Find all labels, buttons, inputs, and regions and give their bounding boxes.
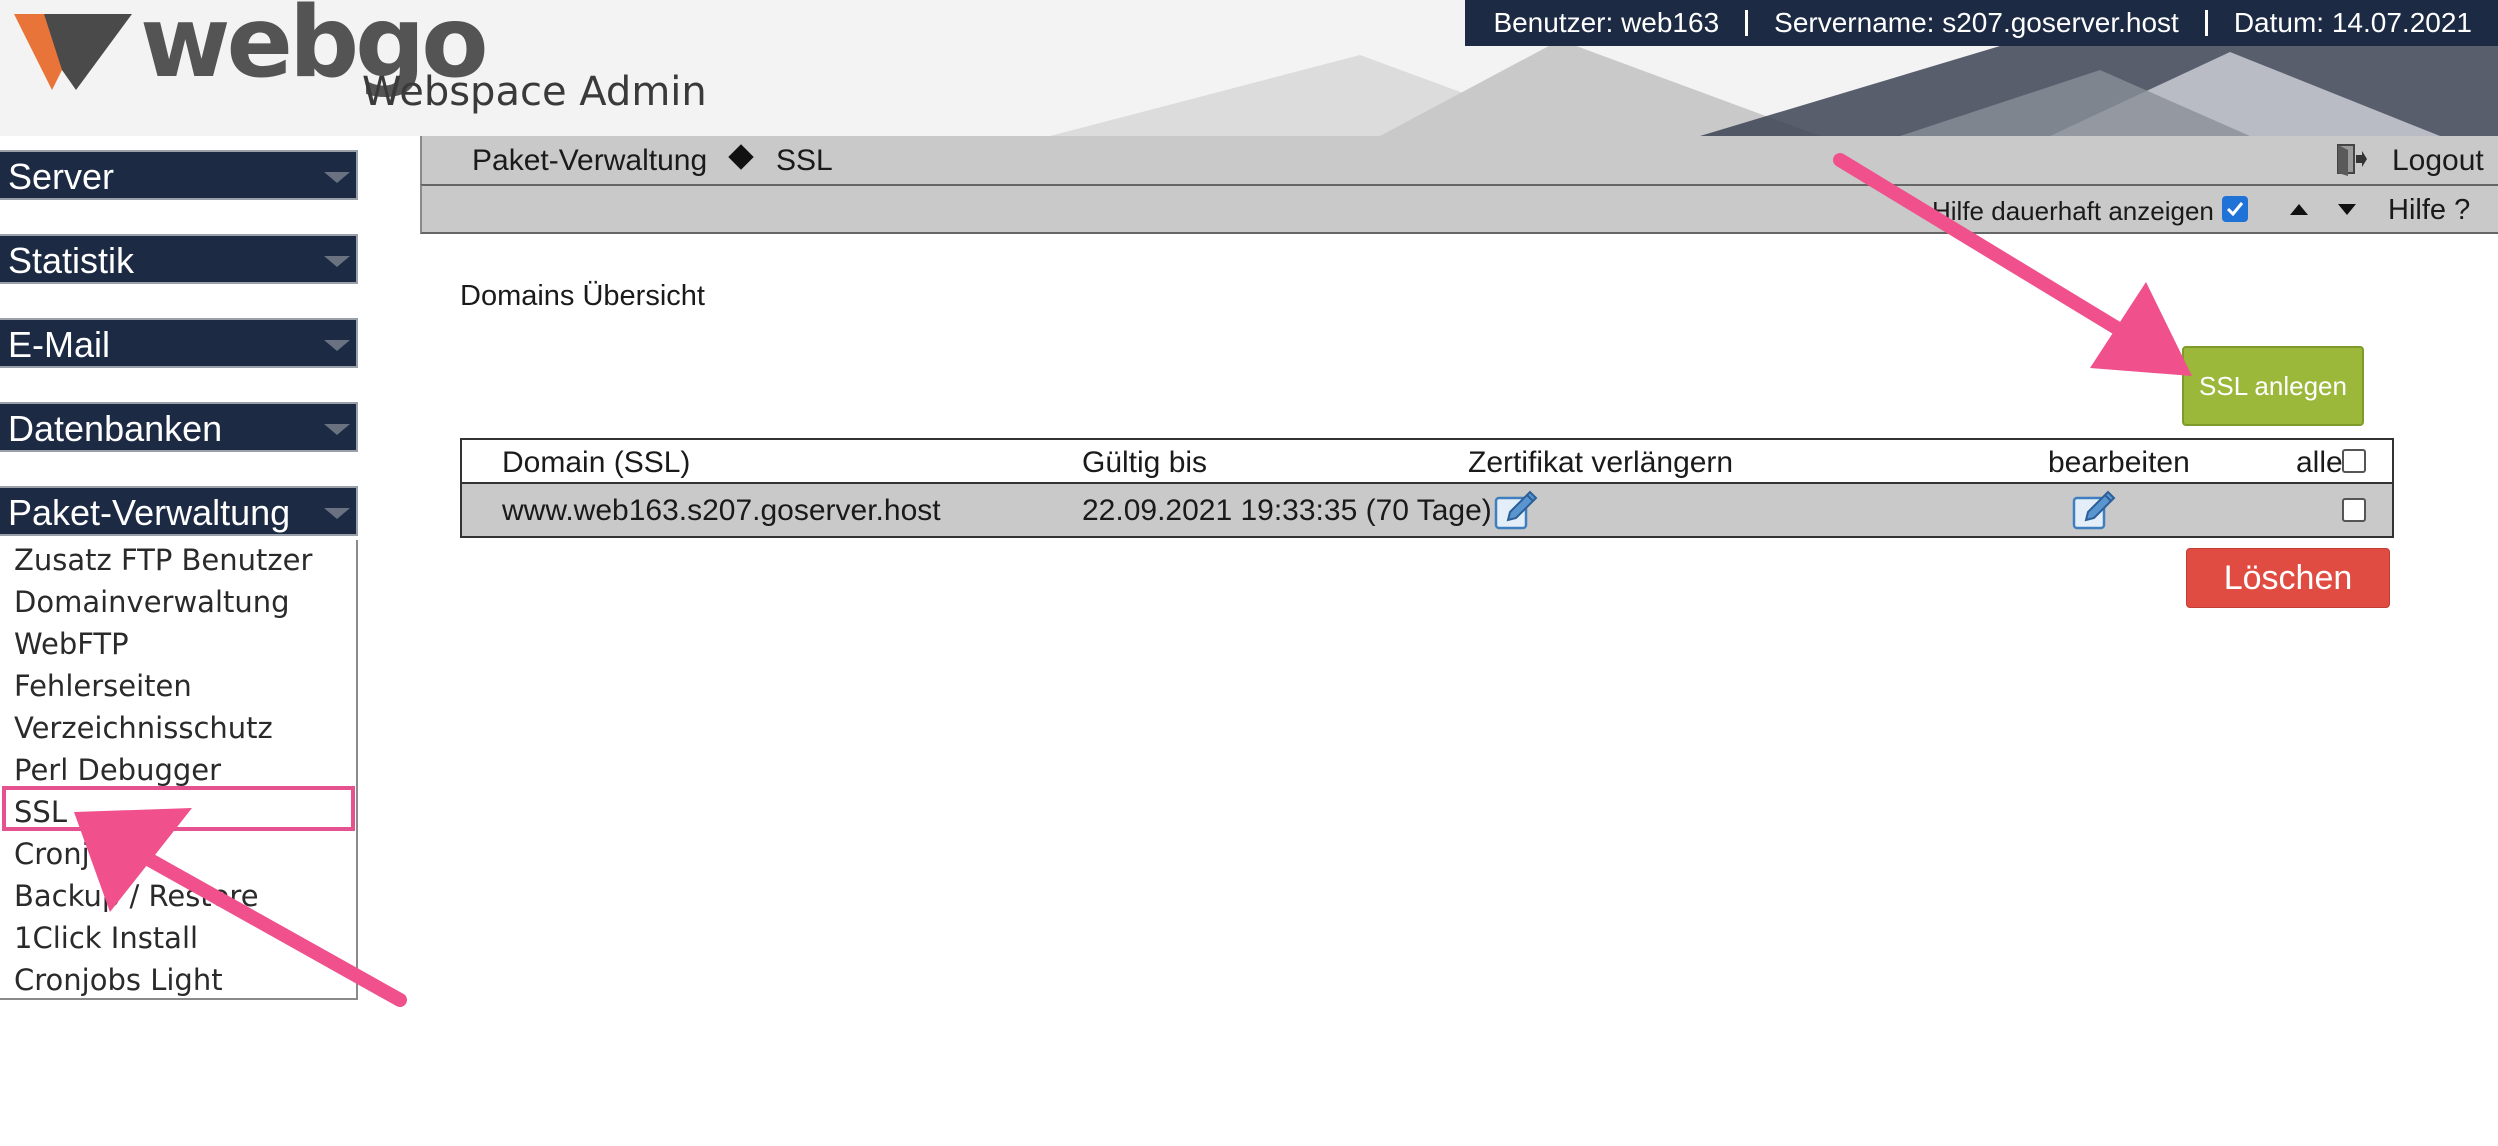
- sidebar-item-zusatz-ftp[interactable]: Zusatz FTP Benutzer: [14, 540, 312, 580]
- delete-button[interactable]: Löschen: [2186, 548, 2390, 608]
- help-permanent-checkbox[interactable]: [2222, 196, 2248, 222]
- logout-link[interactable]: Logout: [2392, 144, 2484, 178]
- arrow-down-icon[interactable]: [2338, 204, 2356, 215]
- col-all: alle: [2296, 446, 2343, 479]
- edit-pencil-icon[interactable]: [2072, 490, 2116, 532]
- menu-label: Paket-Verwaltung: [8, 492, 291, 533]
- header: webgo Webspace Admin Benutzer: web163 Se…: [0, 0, 2498, 136]
- user-info: Benutzer: web163: [1493, 7, 1720, 38]
- table-header: Domain (SSL) Gültig bis Zertifikat verlä…: [462, 440, 2392, 484]
- ssl-domains-table: Domain (SSL) Gültig bis Zertifikat verlä…: [460, 438, 2394, 538]
- menu-label: Datenbanken: [8, 408, 223, 449]
- ssl-highlight-box: [2, 786, 355, 831]
- table-row: www.web163.s207.goserver.host 22.09.2021…: [462, 484, 2392, 536]
- brand-subtitle: Webspace Admin: [362, 69, 707, 115]
- cell-valid-until: 22.09.2021 19:33:35 (70 Tage): [1082, 494, 1492, 527]
- col-valid-until: Gültig bis: [1082, 446, 1208, 479]
- cell-domain: www.web163.s207.goserver.host: [502, 494, 941, 527]
- breadcrumb-bar: Paket-Verwaltung SSL Logout: [420, 136, 2498, 184]
- col-domain: Domain (SSL): [502, 446, 691, 479]
- sidebar-item-cronjobs-light[interactable]: Cronjobs Light: [14, 960, 223, 1000]
- col-renew: Zertifikat verlängern: [1468, 446, 1734, 479]
- menu-label: Server: [8, 156, 115, 197]
- select-all-checkbox[interactable]: [2342, 449, 2366, 473]
- diamond-separator-icon: [728, 144, 754, 170]
- caret-down-icon: [324, 256, 350, 267]
- menu-statistik[interactable]: Statistik: [0, 234, 358, 284]
- sidebar-item-perl-debugger[interactable]: Perl Debugger: [14, 750, 221, 790]
- help-link[interactable]: Hilfe ?: [2388, 194, 2470, 227]
- caret-down-icon: [324, 508, 350, 519]
- help-bar: Hilfe dauerhaft anzeigen Hilfe ?: [420, 184, 2498, 234]
- webgo-logo-icon: [14, 14, 132, 90]
- sidebar-item-webftp[interactable]: WebFTP: [14, 624, 129, 664]
- sidebar-item-cronjobs[interactable]: Cronjobs: [14, 834, 141, 874]
- arrow-up-icon[interactable]: [2290, 204, 2308, 215]
- menu-label: E-Mail: [8, 324, 111, 365]
- paket-verwaltung-submenu: Zusatz FTP Benutzer Domainverwaltung Web…: [0, 540, 358, 1000]
- divider: [2204, 10, 2208, 36]
- info-bar: Benutzer: web163 Servername: s207.goserv…: [1465, 0, 2498, 46]
- caret-down-icon: [324, 172, 350, 183]
- caret-down-icon: [324, 424, 350, 435]
- help-permanent-label: Hilfe dauerhaft anzeigen: [1932, 196, 2214, 226]
- divider: [1745, 10, 1749, 36]
- sidebar-item-backup-restore[interactable]: Backup / Restore: [14, 876, 259, 916]
- menu-label: Statistik: [8, 240, 135, 281]
- menu-datenbanken[interactable]: Datenbanken: [0, 402, 358, 452]
- menu-email[interactable]: E-Mail: [0, 318, 358, 368]
- breadcrumb-current: SSL: [776, 144, 833, 177]
- menu-paket-verwaltung[interactable]: Paket-Verwaltung: [0, 486, 358, 536]
- server-info: Servername: s207.goserver.host: [1774, 7, 2179, 38]
- menu-server[interactable]: Server: [0, 150, 358, 200]
- sidebar-item-fehlerseiten[interactable]: Fehlerseiten: [14, 666, 192, 706]
- breadcrumb-parent[interactable]: Paket-Verwaltung: [472, 144, 707, 178]
- caret-down-icon: [324, 340, 350, 351]
- row-select-checkbox[interactable]: [2342, 498, 2366, 522]
- sidebar-item-domainverwaltung[interactable]: Domainverwaltung: [14, 582, 290, 622]
- ssl-anlegen-button[interactable]: SSL anlegen: [2182, 346, 2364, 426]
- page-title: Domains Übersicht: [460, 280, 705, 312]
- sidebar-item-verzeichnisschutz[interactable]: Verzeichnisschutz: [14, 708, 273, 748]
- logout-door-icon[interactable]: [2334, 142, 2368, 176]
- date-info: Datum: 14.07.2021: [2233, 7, 2472, 38]
- checkmark-icon: [2226, 202, 2244, 217]
- col-edit: bearbeiten: [2048, 446, 2190, 479]
- renew-certificate-edit-icon[interactable]: [1494, 490, 1538, 532]
- sidebar-item-1click-install[interactable]: 1Click Install: [14, 918, 198, 958]
